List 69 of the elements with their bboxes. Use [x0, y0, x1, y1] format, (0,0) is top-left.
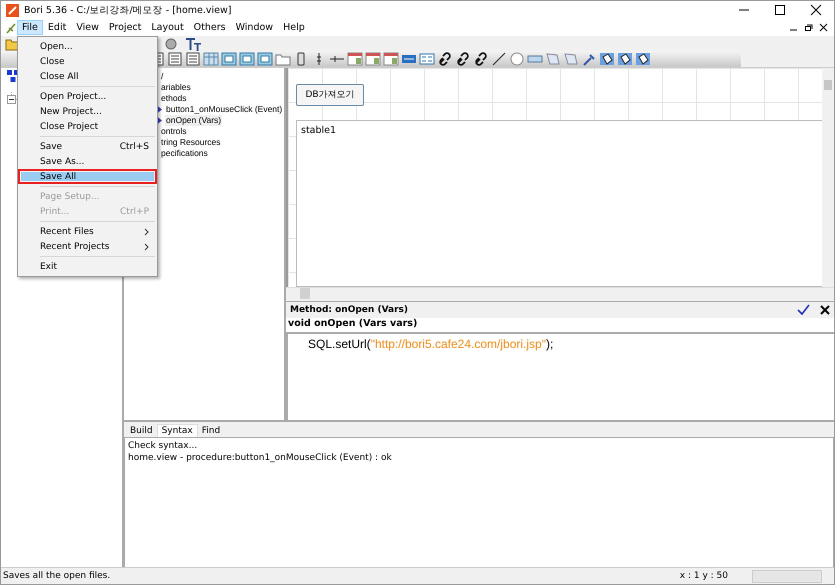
output-line: home.view - procedure:button1_onMouseClick (Event) : ok — [128, 452, 393, 464]
output-tab[interactable]: Find — [198, 425, 224, 437]
tree-item[interactable]: ariables — [160, 82, 192, 93]
maximize-icon[interactable] — [774, 4, 786, 16]
menu-item[interactable]: Window — [230, 20, 278, 35]
label-icon[interactable] — [401, 52, 417, 66]
frame-icon[interactable] — [221, 52, 237, 66]
tree-item[interactable]: ontrols — [160, 126, 188, 137]
tree-item[interactable]: pecifications — [160, 148, 209, 159]
shape-icon[interactable] — [163, 36, 179, 50]
output-tab[interactable]: Build — [126, 425, 157, 437]
menu-item[interactable]: Edit — [42, 20, 72, 35]
form-icon[interactable] — [419, 52, 435, 66]
check-icon[interactable] — [796, 304, 810, 316]
cursor-position: x : 1 y : 50 — [680, 571, 728, 581]
tree-item[interactable]: onOpen (Vars) — [165, 115, 222, 126]
status-message: Saves all the open files. — [3, 571, 110, 581]
menu-item[interactable]: File — [17, 20, 43, 35]
vertical-scrollbar[interactable] — [822, 68, 834, 287]
menu-option[interactable]: Open Project... — [18, 89, 157, 104]
menu-option[interactable]: Open... — [18, 39, 157, 54]
close-icon[interactable] — [810, 4, 822, 16]
tree-item[interactable]: tring Resources — [160, 137, 222, 148]
window-title: Bori 5.36 - C:/보리강좌/메모장 - [home.view] — [24, 4, 232, 16]
document-icon[interactable] — [167, 52, 183, 66]
db-button[interactable]: DB가져오기 — [296, 84, 364, 106]
menu-item[interactable]: Help — [278, 20, 310, 35]
code-line[interactable]: SQL.setUrl("http://bori5.cafe24.com/jbori.jsp"); — [288, 334, 834, 351]
menu-item[interactable]: Layout — [146, 20, 189, 35]
close-icon[interactable] — [819, 23, 828, 32]
table-control[interactable]: stable1 — [296, 120, 822, 287]
table-name: stable1 — [301, 124, 336, 136]
output-line: Check syntax... — [128, 440, 198, 452]
font-icon[interactable] — [185, 36, 203, 50]
output-tab[interactable]: Syntax — [156, 424, 198, 437]
document-icon[interactable] — [185, 52, 201, 66]
tree-item[interactable]: ethods — [160, 93, 188, 104]
tree-item[interactable]: button1_onMouseClick (Event) — [165, 104, 284, 115]
close-icon[interactable] — [820, 305, 830, 315]
menu-option[interactable]: Close Project — [18, 119, 157, 134]
frame-icon[interactable] — [257, 52, 273, 66]
menu-option[interactable]: Recent Projects — [18, 239, 157, 254]
menu-option[interactable]: Recent Files — [18, 224, 157, 239]
restore-icon[interactable] — [804, 23, 813, 32]
menu-option[interactable]: Save Ctrl+S — [18, 139, 157, 154]
eyedropper-icon[interactable] — [581, 52, 597, 66]
calendar-icon[interactable] — [383, 52, 399, 66]
link-icon[interactable] — [473, 52, 489, 66]
method-title: Method: onOpen (Vars) — [290, 305, 408, 315]
menu-item[interactable]: Project — [104, 20, 146, 35]
menu-option[interactable]: New Project... — [18, 104, 157, 119]
menu-option[interactable]: Close — [18, 54, 157, 69]
calendar-icon[interactable] — [347, 52, 363, 66]
menu-option[interactable]: Exit — [18, 259, 157, 274]
menu-item[interactable]: View — [71, 20, 104, 35]
menu-option[interactable]: Save As... — [18, 154, 157, 169]
menu-option[interactable]: Close All — [18, 69, 157, 84]
horizontal-scrollbar[interactable] — [286, 287, 834, 301]
menu-item[interactable]: Others — [188, 20, 231, 35]
menu-option[interactable]: Save All — [18, 169, 157, 184]
tree-item[interactable]: / — [160, 71, 164, 82]
calendar-icon[interactable] — [365, 52, 381, 66]
app-icon — [6, 4, 19, 16]
app-menu-icon[interactable] — [5, 22, 17, 34]
line-icon[interactable] — [491, 52, 507, 66]
link-icon[interactable] — [455, 52, 471, 66]
frame-icon[interactable] — [239, 52, 255, 66]
method-signature: void onOpen (Vars vars) — [286, 318, 834, 334]
link-icon[interactable] — [437, 52, 453, 66]
